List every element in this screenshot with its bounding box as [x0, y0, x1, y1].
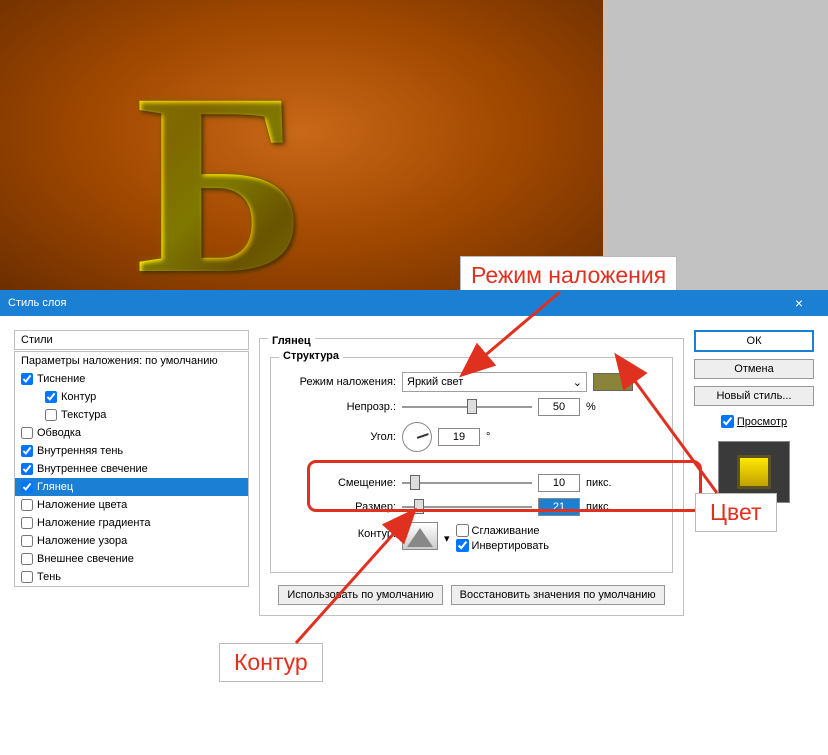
- settings-panel: Глянец Структура Режим наложения: Яркий …: [259, 330, 684, 741]
- style-checkbox[interactable]: [21, 463, 33, 475]
- style-label: Наложение цвета: [37, 499, 127, 511]
- ok-button[interactable]: ОК: [694, 330, 814, 352]
- close-icon[interactable]: ×: [778, 290, 820, 316]
- style-label: Наложение узора: [37, 535, 127, 547]
- style-row[interactable]: Наложение цвета: [15, 496, 248, 514]
- invert-checkbox[interactable]: Инвертировать: [456, 539, 549, 552]
- opacity-slider[interactable]: [402, 399, 532, 415]
- blend-mode-label: Режим наложения:: [281, 376, 396, 388]
- callout-color: Цвет: [695, 493, 777, 532]
- make-default-button[interactable]: Использовать по умолчанию: [278, 585, 442, 605]
- style-row[interactable]: Внешнее свечение: [15, 550, 248, 568]
- style-label: Контур: [61, 391, 96, 403]
- opacity-row: Непрозр.: 50 %: [281, 398, 662, 416]
- preview-checkbox[interactable]: Просмотр: [694, 415, 814, 428]
- blend-options-row[interactable]: Параметры наложения: по умолчанию: [15, 352, 248, 370]
- style-checkbox[interactable]: [21, 481, 33, 493]
- contour-label: Контур:: [281, 528, 396, 540]
- style-checkbox[interactable]: [21, 571, 33, 583]
- styles-heading[interactable]: Стили: [14, 330, 249, 350]
- style-checkbox[interactable]: [45, 391, 57, 403]
- right-buttons: ОК Отмена Новый стиль... Просмотр: [694, 330, 814, 741]
- color-swatch[interactable]: [593, 373, 633, 391]
- angle-row: Угол: 19 °: [281, 422, 662, 452]
- layer-style-dialog: Стили Параметры наложения: по умолчанию …: [0, 316, 828, 755]
- structure-legend: Структура: [279, 350, 343, 362]
- annotation-redbox: [307, 460, 702, 512]
- style-checkbox[interactable]: [21, 553, 33, 565]
- style-label: Внутренняя тень: [37, 445, 123, 457]
- antialias-checkbox[interactable]: Сглаживание: [456, 524, 549, 537]
- style-row[interactable]: Текстура: [15, 406, 248, 424]
- style-row[interactable]: Тень: [15, 568, 248, 586]
- style-row[interactable]: Контур: [15, 388, 248, 406]
- angle-input[interactable]: 19: [438, 428, 480, 446]
- style-checkbox[interactable]: [45, 409, 57, 421]
- style-row[interactable]: Внутреннее свечение: [15, 460, 248, 478]
- style-label: Тень: [37, 571, 61, 583]
- section-title: Глянец: [268, 335, 315, 347]
- angle-label: Угол:: [281, 431, 396, 443]
- style-label: Глянец: [37, 481, 73, 493]
- reset-default-button[interactable]: Восстановить значения по умолчанию: [451, 585, 665, 605]
- style-row[interactable]: Внутренняя тень: [15, 442, 248, 460]
- titlebar: Стиль слоя ×: [0, 290, 828, 316]
- style-checkbox[interactable]: [21, 373, 33, 385]
- dialog-title: Стиль слоя: [8, 290, 66, 316]
- blend-mode-select[interactable]: Яркий свет ⌄: [402, 372, 587, 392]
- style-label: Наложение градиента: [37, 517, 151, 529]
- opacity-label: Непрозр.:: [281, 401, 396, 413]
- style-row[interactable]: Наложение узора: [15, 532, 248, 550]
- style-label: Текстура: [61, 409, 106, 421]
- style-row[interactable]: Наложение градиента: [15, 514, 248, 532]
- contour-row: Контур: ▾ Сглаживание Инвертировать: [281, 522, 662, 554]
- canvas-preview: Б: [0, 0, 603, 293]
- contour-preview[interactable]: [402, 522, 438, 550]
- blend-mode-row: Режим наложения: Яркий свет ⌄: [281, 372, 662, 392]
- style-checkbox[interactable]: [21, 535, 33, 547]
- style-label: Тиснение: [37, 373, 85, 385]
- callout-contour: Контур: [219, 643, 323, 682]
- style-label: Обводка: [37, 427, 81, 439]
- style-checkbox[interactable]: [21, 427, 33, 439]
- style-checkbox[interactable]: [21, 445, 33, 457]
- style-label: Внутреннее свечение: [37, 463, 148, 475]
- style-label: Внешнее свечение: [37, 553, 134, 565]
- new-style-button[interactable]: Новый стиль...: [694, 386, 814, 406]
- styles-list: Параметры наложения: по умолчанию Тиснен…: [14, 351, 249, 587]
- cancel-button[interactable]: Отмена: [694, 359, 814, 379]
- style-row[interactable]: Обводка: [15, 424, 248, 442]
- opacity-input[interactable]: 50: [538, 398, 580, 416]
- angle-dial[interactable]: [402, 422, 432, 452]
- styles-panel: Стили Параметры наложения: по умолчанию …: [14, 330, 249, 741]
- style-row[interactable]: Глянец: [15, 478, 248, 496]
- style-checkbox[interactable]: [21, 517, 33, 529]
- chevron-down-icon[interactable]: ▾: [444, 532, 450, 545]
- chevron-down-icon: ⌄: [573, 376, 582, 389]
- style-checkbox[interactable]: [21, 499, 33, 511]
- style-row[interactable]: Тиснение: [15, 370, 248, 388]
